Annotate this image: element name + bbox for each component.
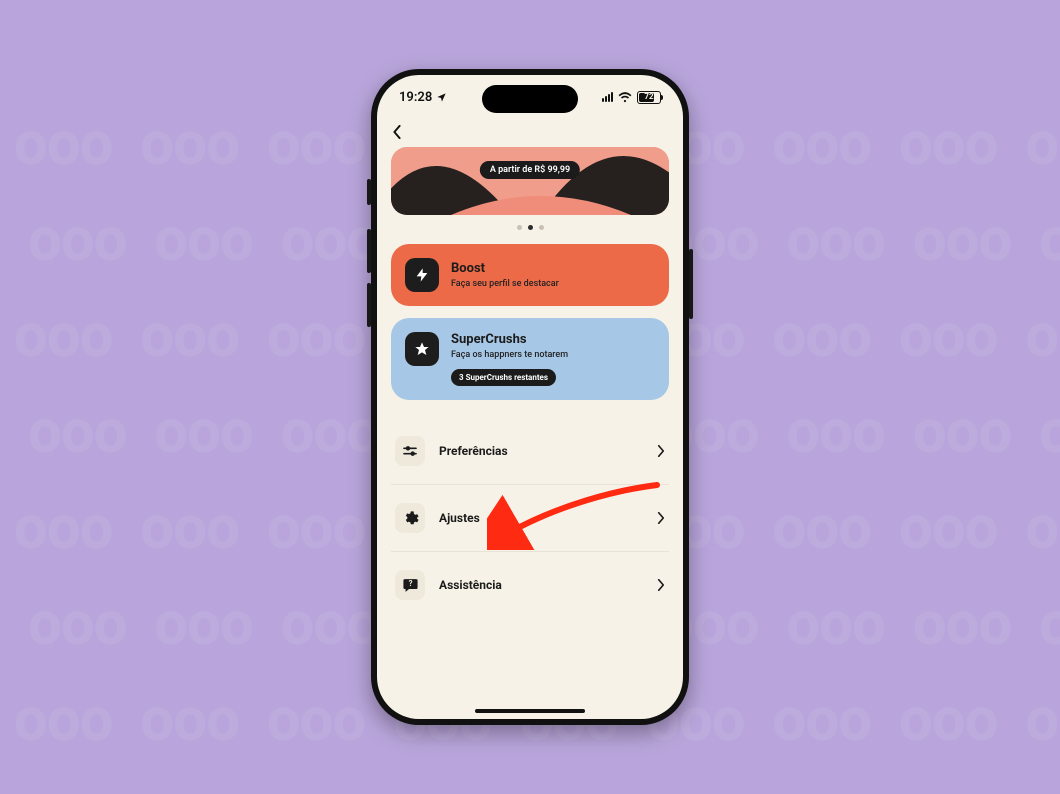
- volume-down-button: [367, 283, 371, 327]
- home-indicator[interactable]: [475, 709, 585, 713]
- supercrush-subtitle: Faça os happners te notarem: [451, 350, 568, 360]
- chevron-right-icon: [657, 445, 665, 457]
- wifi-icon: [618, 92, 632, 103]
- sliders-icon: [395, 436, 425, 466]
- preferences-row[interactable]: Preferências: [391, 418, 669, 485]
- gear-icon: [395, 503, 425, 533]
- help-chat-icon: ?: [395, 570, 425, 600]
- support-label: Assistência: [439, 578, 643, 592]
- dot[interactable]: [517, 225, 522, 230]
- supercrush-card[interactable]: SuperCrushs Faça os happners te notarem …: [391, 318, 669, 400]
- preferences-label: Preferências: [439, 444, 643, 458]
- settings-list: Preferências Ajustes: [391, 418, 669, 618]
- screen: 19:28 72: [377, 75, 683, 719]
- location-arrow-icon: [436, 92, 447, 103]
- dot[interactable]: [539, 225, 544, 230]
- bolt-icon: [405, 258, 439, 292]
- boost-subtitle: Faça seu perfil se destacar: [451, 279, 559, 289]
- chevron-right-icon: [657, 512, 665, 524]
- star-icon: [405, 332, 439, 366]
- chevron-right-icon: [657, 579, 665, 591]
- boost-card[interactable]: Boost Faça seu perfil se destacar: [391, 244, 669, 306]
- silent-switch: [367, 179, 371, 205]
- settings-label: Ajustes: [439, 511, 643, 525]
- back-button[interactable]: [391, 119, 415, 145]
- boost-title: Boost: [451, 261, 559, 276]
- svg-text:?: ?: [408, 579, 412, 588]
- phone-frame: 19:28 72: [371, 69, 689, 725]
- content: A partir de R$ 99,99 Boost Faça seu perf…: [377, 119, 683, 719]
- supercrush-badge: 3 SuperCrushs restantes: [451, 369, 556, 386]
- power-button: [689, 249, 693, 319]
- support-row[interactable]: ? Assistência: [391, 552, 669, 618]
- promo-illustration: [391, 147, 669, 215]
- supercrush-title: SuperCrushs: [451, 332, 568, 347]
- status-time: 19:28: [399, 90, 432, 105]
- battery-icon: 72: [637, 91, 661, 104]
- settings-row[interactable]: Ajustes: [391, 485, 669, 552]
- dot-active[interactable]: [528, 225, 533, 230]
- dynamic-island: [482, 85, 578, 113]
- promo-banner[interactable]: A partir de R$ 99,99: [391, 147, 669, 215]
- cellular-icon: [602, 92, 613, 102]
- volume-up-button: [367, 229, 371, 273]
- promo-price-pill: A partir de R$ 99,99: [480, 161, 580, 179]
- chevron-left-icon: [391, 125, 403, 139]
- carousel-dots: [391, 215, 669, 244]
